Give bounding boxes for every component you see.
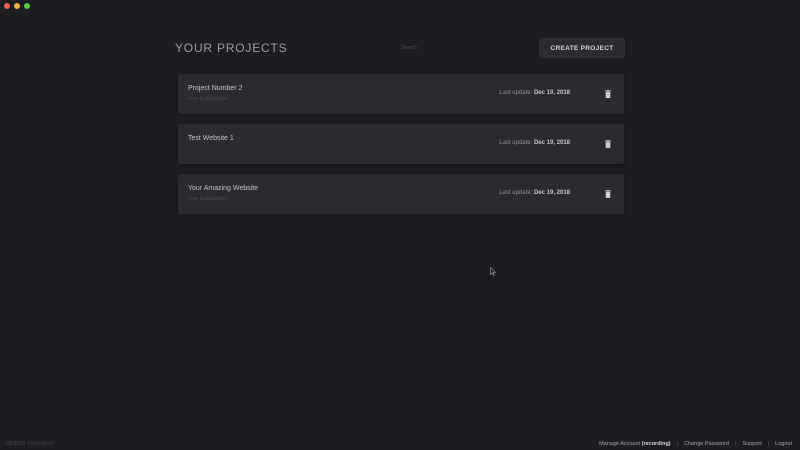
page-title: YOUR PROJECTS <box>175 41 288 55</box>
app-window: YOUR PROJECTS CREATE PROJECT Project Num… <box>0 0 800 450</box>
last-update-date: Dec 19, 2018 <box>533 190 570 196</box>
minimize-window-button[interactable] <box>14 3 20 9</box>
project-card[interactable]: Test Website 1 Last update: Dec 19, 2018 <box>178 124 624 164</box>
footer-separator: | <box>735 441 737 447</box>
close-window-button[interactable] <box>4 3 10 9</box>
project-card[interactable]: Project Number 2 Free Subscription Last … <box>178 74 624 114</box>
account-status: (recording) <box>641 441 671 447</box>
window-controls <box>4 3 30 9</box>
maximize-window-button[interactable] <box>24 3 30 9</box>
project-list: Project Number 2 Free Subscription Last … <box>178 74 624 224</box>
manage-account-label: Manage Account <box>599 441 641 447</box>
project-name[interactable]: Your Amazing Website <box>188 185 258 192</box>
create-project-button[interactable]: CREATE PROJECT <box>539 38 625 58</box>
trash-icon[interactable] <box>604 89 612 99</box>
last-update-date: Dec 19, 2018 <box>533 90 570 96</box>
cursor-icon <box>490 263 497 281</box>
logout-link[interactable]: Logout <box>775 441 792 447</box>
change-password-link[interactable]: Change Password <box>684 441 729 447</box>
version-label: REBOO V(version) <box>6 441 54 447</box>
footer-separator: | <box>676 441 679 447</box>
last-update: Last update: Dec 19, 2018 <box>499 140 570 146</box>
last-update-label: Last update: <box>499 140 533 146</box>
project-name[interactable]: Project Number 2 <box>188 85 242 92</box>
trash-icon[interactable] <box>604 139 612 149</box>
projects-header: YOUR PROJECTS CREATE PROJECT <box>175 38 625 60</box>
last-update: Last update: Dec 19, 2018 <box>499 190 570 196</box>
footer-separator: | <box>767 441 770 447</box>
search-input[interactable] <box>401 42 461 54</box>
manage-account-link[interactable]: Manage Account (recording) <box>599 441 671 447</box>
project-card[interactable]: Your Amazing Website Free Subscription L… <box>178 174 624 214</box>
last-update: Last update: Dec 19, 2018 <box>499 90 570 96</box>
project-name[interactable]: Test Website 1 <box>188 135 234 142</box>
footer-links: Manage Account (recording) | Change Pass… <box>599 441 792 447</box>
trash-icon[interactable] <box>604 189 612 199</box>
support-link[interactable]: Support <box>742 441 761 447</box>
project-subtitle: Free Subscription <box>188 196 228 202</box>
last-update-label: Last update: <box>499 190 533 196</box>
last-update-date: Dec 19, 2018 <box>533 140 570 146</box>
project-subtitle: Free Subscription <box>188 96 228 102</box>
last-update-label: Last update: <box>499 90 533 96</box>
